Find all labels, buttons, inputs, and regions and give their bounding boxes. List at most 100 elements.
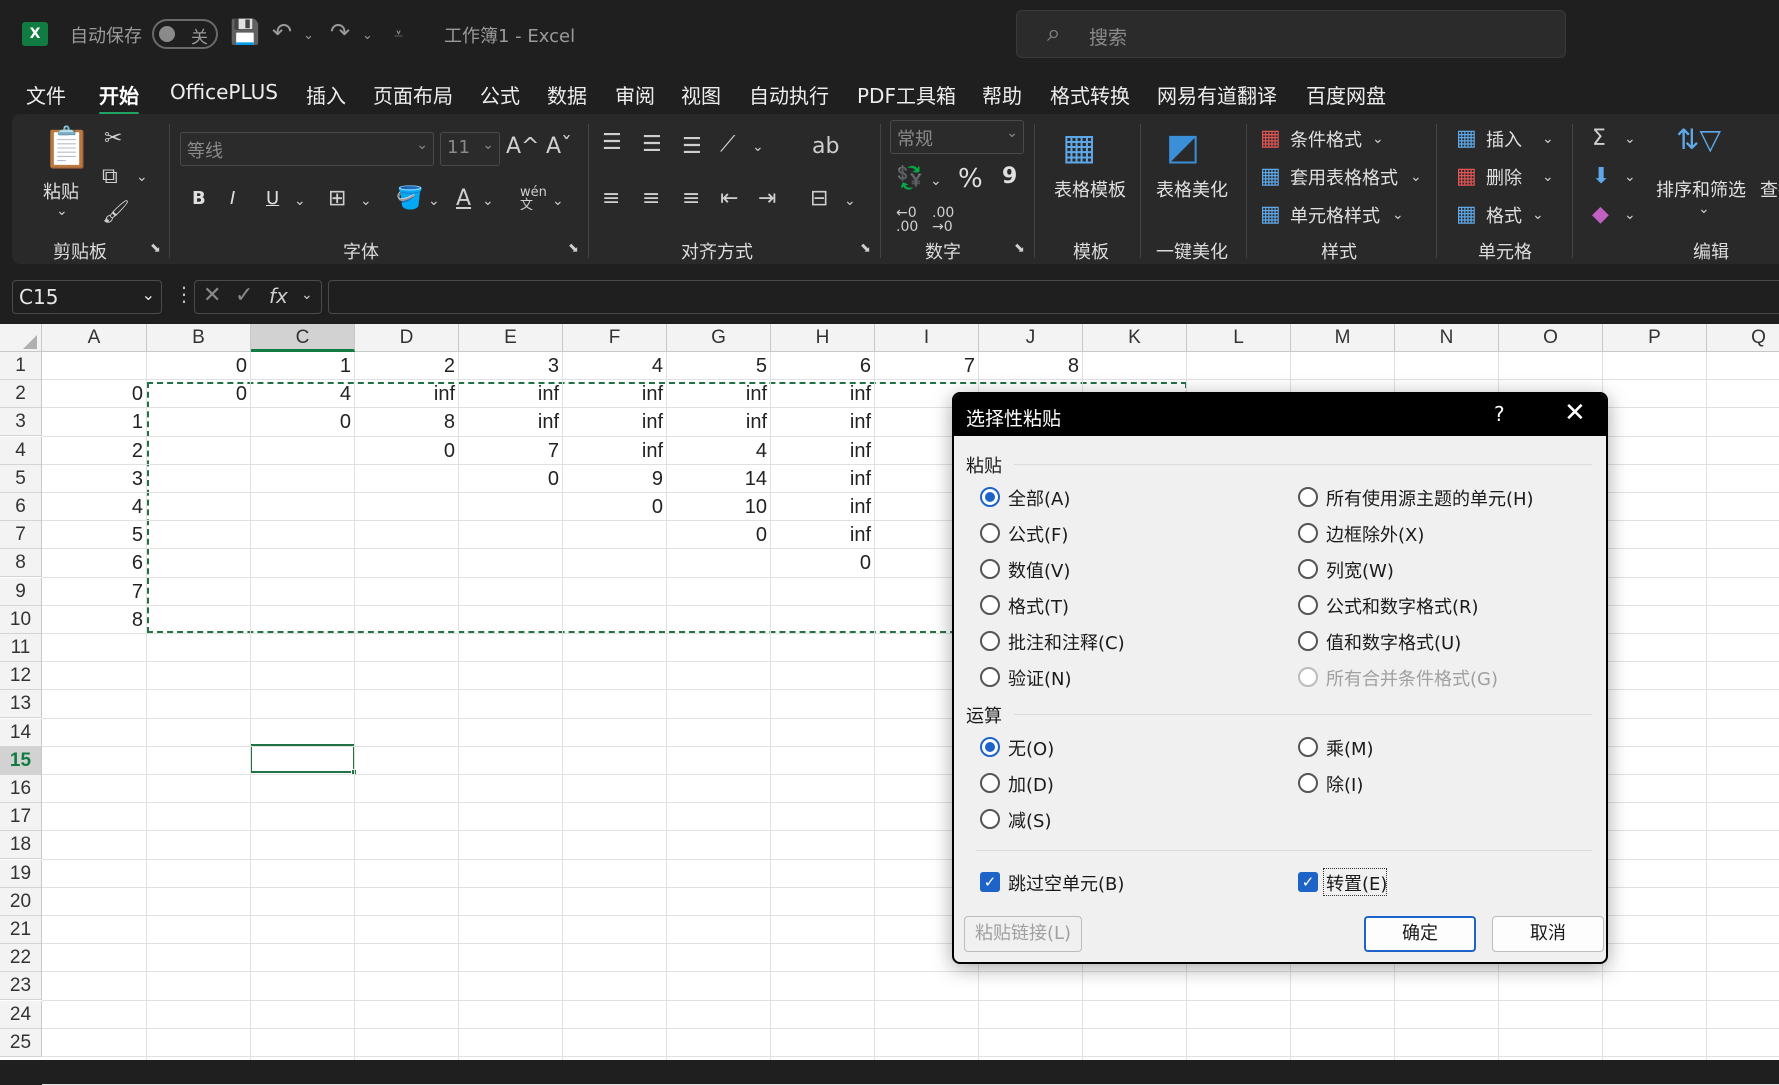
phonetic-guide-icon[interactable]: wén 文 <box>520 186 547 212</box>
insert-cells-button[interactable]: 插入 <box>1486 126 1522 152</box>
cell[interactable]: 4 <box>563 352 667 380</box>
merge-dropdown-icon[interactable]: ⌄ <box>844 194 856 208</box>
underline-button[interactable]: U <box>266 188 279 209</box>
option-paste-values-numbers[interactable]: 值和数字格式(U) <box>1326 629 1461 655</box>
option-paste-column-widths[interactable]: 列宽(W) <box>1326 557 1394 583</box>
option-op-subtract[interactable]: 减(S) <box>1008 807 1051 833</box>
bold-button[interactable]: B <box>192 188 206 209</box>
cell[interactable]: 6 <box>42 549 147 577</box>
tab-file[interactable]: 文件 <box>26 80 66 109</box>
save-icon[interactable]: 💾 <box>230 18 260 46</box>
row-header[interactable]: 14 <box>0 718 42 747</box>
tab-home[interactable]: 开始 <box>99 80 139 115</box>
close-button[interactable]: ✕ <box>1564 398 1586 428</box>
row-header[interactable]: 16 <box>0 775 42 803</box>
cell[interactable]: 5 <box>42 521 147 549</box>
fill-color-icon[interactable]: 🪣 <box>396 188 423 210</box>
borders-icon[interactable]: ⊞ <box>328 188 346 210</box>
cell[interactable]: inf <box>771 437 875 465</box>
align-bottom-icon[interactable]: ☰ <box>682 136 702 158</box>
radio-op-multiply[interactable] <box>1298 737 1318 757</box>
row-header[interactable]: 2 <box>0 380 42 409</box>
radio-paste-validation[interactable] <box>980 667 1000 687</box>
undo-icon[interactable]: ↶ <box>272 18 292 46</box>
option-paste-all[interactable]: 全部(A) <box>1008 485 1070 511</box>
cell[interactable]: 3 <box>42 465 147 493</box>
help-button[interactable]: ? <box>1494 402 1505 426</box>
copy-dropdown-icon[interactable]: ⌄ <box>136 170 148 184</box>
increase-font-icon[interactable]: A^ <box>506 136 539 158</box>
autosum-dropdown-icon[interactable]: ⌄ <box>1624 132 1636 146</box>
row-header[interactable]: 25 <box>0 1028 42 1057</box>
option-op-none[interactable]: 无(O) <box>1008 735 1054 761</box>
merge-center-icon[interactable]: ⊟ <box>810 188 828 210</box>
cell[interactable]: 0 <box>771 549 875 577</box>
radio-paste-source-theme[interactable] <box>1298 487 1318 507</box>
row-header[interactable]: 9 <box>0 577 42 606</box>
autosum-icon[interactable]: Σ <box>1592 128 1606 150</box>
clear-dropdown-icon[interactable]: ⌄ <box>1624 208 1636 222</box>
column-header[interactable]: C <box>251 324 355 352</box>
radio-op-subtract[interactable] <box>980 809 1000 829</box>
font-color-dropdown-icon[interactable]: ⌄ <box>482 194 494 208</box>
cell[interactable]: 5 <box>667 352 771 380</box>
active-cell-C15[interactable] <box>250 744 357 775</box>
cell[interactable]: 4 <box>251 380 355 408</box>
row-header[interactable]: 4 <box>0 436 42 465</box>
fill-dropdown-icon[interactable]: ⌄ <box>1624 170 1636 184</box>
enter-icon[interactable]: ✓ <box>235 283 253 308</box>
cell[interactable]: inf <box>563 380 667 408</box>
cell[interactable]: 8 <box>979 352 1083 380</box>
option-paste-validation[interactable]: 验证(N) <box>1008 665 1072 691</box>
align-center-icon[interactable]: ≡ <box>642 188 660 210</box>
radio-paste-column-widths[interactable] <box>1298 559 1318 579</box>
option-paste-source-theme[interactable]: 所有使用源主题的单元(H) <box>1326 485 1534 511</box>
format-as-table-button[interactable]: 套用表格格式 <box>1290 164 1398 190</box>
font-size-combo[interactable]: 11 ⌄ <box>440 132 500 166</box>
row-header[interactable]: 13 <box>0 690 42 719</box>
clipboard-icon[interactable]: 📋 <box>42 128 92 168</box>
cell[interactable]: inf <box>667 380 771 408</box>
cell[interactable]: 0 <box>355 437 459 465</box>
row-header[interactable]: 10 <box>0 605 42 634</box>
cell[interactable]: 8 <box>42 606 147 634</box>
cancel-button[interactable]: 取消 <box>1492 916 1604 952</box>
table-template-icon[interactable]: ▦ <box>1062 130 1096 166</box>
cell[interactable]: 9 <box>563 465 667 493</box>
orientation-dropdown-icon[interactable]: ⌄ <box>752 140 764 154</box>
radio-op-divide[interactable] <box>1298 773 1318 793</box>
cell[interactable]: 10 <box>667 493 771 521</box>
column-header[interactable]: F <box>563 324 667 352</box>
percent-button[interactable]: % <box>958 164 983 194</box>
radio-paste-no-borders[interactable] <box>1298 523 1318 543</box>
row-header[interactable]: 6 <box>0 493 42 521</box>
option-paste-no-borders[interactable]: 边框除外(X) <box>1326 521 1424 547</box>
delete-cells-dropdown-icon[interactable]: ⌄ <box>1542 170 1554 184</box>
underline-dropdown-icon[interactable]: ⌄ <box>294 194 306 208</box>
cell[interactable]: 0 <box>251 408 355 436</box>
cell[interactable]: 7 <box>42 578 147 606</box>
cell[interactable]: 2 <box>355 352 459 380</box>
cell[interactable]: inf <box>771 408 875 436</box>
cell[interactable]: inf <box>563 408 667 436</box>
option-paste-formulas-numbers[interactable]: 公式和数字格式(R) <box>1326 593 1479 619</box>
row-header[interactable]: 8 <box>0 549 42 578</box>
tab-pdf-tools[interactable]: PDF工具箱 <box>857 80 956 109</box>
cell[interactable]: 1 <box>42 408 147 436</box>
insert-function-button[interactable]: fx <box>269 284 288 308</box>
align-left-icon[interactable]: ≡ <box>602 188 620 210</box>
undo-dropdown-icon[interactable]: ⌄ <box>303 28 314 43</box>
name-box[interactable]: C15 ⌄ <box>12 280 162 314</box>
cell[interactable]: inf <box>459 408 563 436</box>
column-header[interactable]: L <box>1187 324 1291 352</box>
cell[interactable]: inf <box>459 380 563 408</box>
currency-icon[interactable]: 💱 <box>896 168 923 190</box>
column-header[interactable]: A <box>42 324 147 352</box>
tab-help[interactable]: 帮助 <box>982 80 1022 109</box>
cell[interactable]: 0 <box>667 521 771 549</box>
cell[interactable]: 6 <box>771 352 875 380</box>
column-header[interactable]: H <box>771 324 875 352</box>
row-header[interactable]: 3 <box>0 408 42 437</box>
decrease-font-icon[interactable]: Aˇ <box>546 136 572 158</box>
borders-dropdown-icon[interactable]: ⌄ <box>360 194 372 208</box>
